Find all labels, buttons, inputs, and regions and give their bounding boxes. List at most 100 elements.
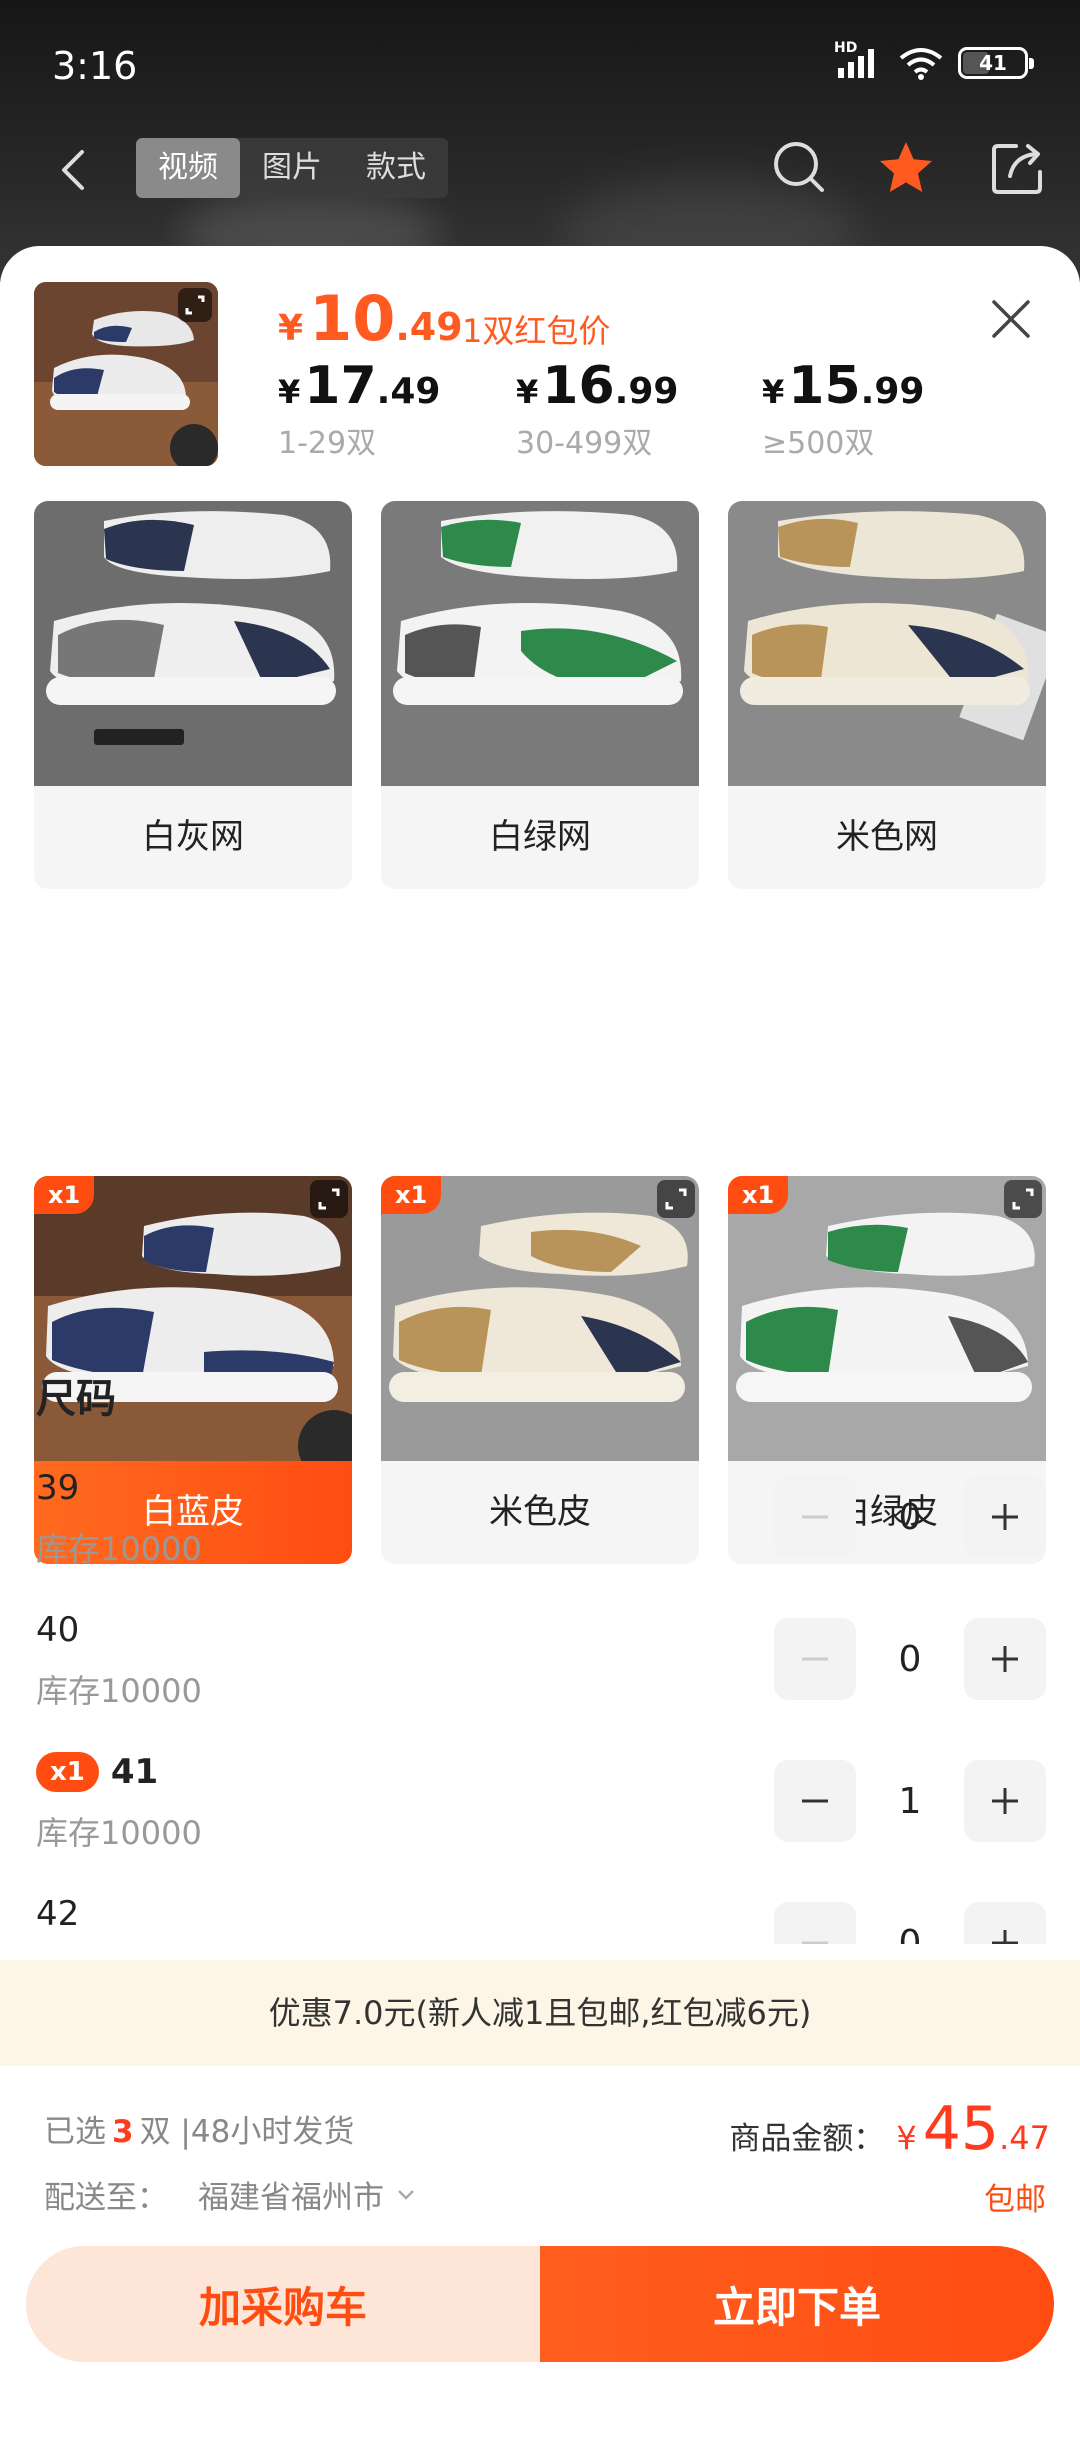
increment-button[interactable] — [964, 1618, 1046, 1700]
tier-price-int: 16 — [542, 356, 615, 416]
status-bar: 3:16 HD 41 — [0, 0, 1080, 130]
top-nav: 视频 图片 款式 — [0, 130, 1080, 230]
tier-currency: ¥ — [762, 373, 785, 411]
back-arrow-icon[interactable] — [44, 140, 104, 200]
price-header: ¥ 10 .49 1双红包价 ¥17.49 1-29双 ¥16.99 30-49… — [0, 246, 1080, 501]
price-tier: ¥15.99 ≥500双 — [762, 356, 924, 462]
tab-video[interactable]: 视频 — [136, 138, 240, 198]
favorite-star-icon[interactable] — [874, 136, 938, 200]
size-label: 41 — [110, 1752, 159, 1792]
tier-price-int: 17 — [304, 356, 377, 416]
decrement-button[interactable] — [774, 1902, 856, 1944]
tier-price-dec: .99 — [860, 371, 925, 412]
add-to-cart-button[interactable]: 加采购车 — [26, 2246, 540, 2362]
status-time: 3:16 — [52, 44, 138, 88]
selected-prefix: 已选 — [44, 2114, 106, 2150]
share-icon[interactable] — [986, 136, 1050, 200]
quantity-stepper: 0 — [774, 1476, 1046, 1558]
tier-currency: ¥ — [278, 373, 301, 411]
size-row: 40 库存10000 0 — [0, 1610, 1080, 1750]
free-shipping-label: 包邮 — [984, 2182, 1046, 2218]
quantity-badge: x1 — [728, 1176, 789, 1214]
size-value: 42 — [36, 1894, 79, 1934]
variant-card[interactable]: 白灰网 — [34, 501, 352, 889]
size-label: 42 — [36, 1894, 80, 1934]
expand-icon[interactable] — [1004, 1180, 1042, 1218]
expand-icon[interactable] — [178, 288, 212, 322]
quantity-value[interactable]: 0 — [856, 1639, 964, 1680]
variant-card[interactable]: 白绿网 — [381, 501, 699, 889]
hd-signal-icon: HD — [834, 40, 884, 80]
size-value: 40 — [36, 1610, 79, 1650]
search-icon[interactable] — [768, 136, 832, 200]
expand-icon[interactable] — [657, 1180, 695, 1218]
amount-label: 商品金额： — [729, 2121, 885, 2157]
price-tier: ¥16.99 30-499双 — [516, 356, 678, 462]
size-row: x1 41 库存10000 1 — [0, 1752, 1080, 1892]
main-price-int: 10 — [309, 282, 396, 355]
tier-price-dec: .99 — [614, 371, 679, 412]
selected-suffix: 双 |48小时发货 — [139, 2114, 355, 2150]
quantity-value[interactable]: 0 — [856, 1497, 964, 1538]
quantity-stepper: 1 — [774, 1760, 1046, 1842]
amount-currency: ¥ — [896, 2119, 917, 2157]
quantity-value[interactable]: 1 — [856, 1781, 964, 1822]
quantity-badge: x1 — [36, 1752, 99, 1792]
status-icons: HD 41 — [834, 40, 1034, 80]
size-row: 42 0 — [0, 1894, 1080, 1944]
product-thumbnail[interactable] — [34, 282, 218, 466]
tab-images[interactable]: 图片 — [240, 138, 344, 198]
tier-quantity: 1-29双 — [278, 426, 377, 461]
variant-card[interactable]: 米色网 — [728, 501, 1046, 889]
size-value: 39 — [36, 1468, 79, 1508]
media-tabs: 视频 图片 款式 — [136, 138, 448, 198]
quantity-badge: x1 — [34, 1176, 95, 1214]
decrement-button[interactable] — [774, 1618, 856, 1700]
tier-currency: ¥ — [516, 373, 539, 411]
quantity-stepper: 0 — [774, 1902, 1046, 1944]
currency-symbol: ¥ — [278, 308, 304, 349]
chevron-down-icon — [398, 2189, 414, 2200]
price-tier: ¥17.49 1-29双 — [278, 356, 440, 462]
ship-label: 配送至： — [44, 2180, 168, 2216]
size-label: 39 — [36, 1468, 80, 1508]
wifi-icon — [899, 48, 943, 80]
selected-count: 3 — [112, 2114, 134, 2150]
quantity-badge: x1 — [381, 1176, 442, 1214]
size-label: 40 — [36, 1610, 80, 1650]
decrement-button[interactable] — [774, 1476, 856, 1558]
battery-level: 41 — [979, 51, 1007, 75]
total-amount: 商品金额： ¥ 45 .47 — [729, 2094, 1050, 2164]
close-icon[interactable] — [986, 294, 1036, 344]
variant-label: 白灰网 — [142, 817, 244, 857]
shipping-address[interactable]: 配送至： 福建省福州市 — [44, 2172, 418, 2217]
buy-now-button[interactable]: 立即下单 — [540, 2246, 1054, 2362]
quantity-stepper: 0 — [774, 1618, 1046, 1700]
tier-quantity: 30-499双 — [516, 426, 653, 461]
stock-label: 库存10000 — [36, 1530, 202, 1568]
main-price-dec: .49 — [395, 305, 463, 349]
size-value: x1 41 — [36, 1752, 158, 1792]
quantity-value[interactable]: 0 — [856, 1923, 964, 1945]
stock-label: 库存10000 — [36, 1814, 202, 1852]
variant-label: 米色网 — [836, 817, 938, 857]
increment-button[interactable] — [964, 1902, 1046, 1944]
amount-dec: .47 — [999, 2119, 1050, 2157]
expand-icon[interactable] — [310, 1180, 348, 1218]
ship-location: 福建省福州市 — [198, 2180, 384, 2216]
increment-button[interactable] — [964, 1760, 1046, 1842]
main-price: ¥ 10 .49 — [278, 282, 463, 355]
tier-price-int: 15 — [788, 356, 861, 416]
increment-button[interactable] — [964, 1476, 1046, 1558]
action-buttons: 加采购车 立即下单 — [26, 2246, 1054, 2362]
checkout-bar: 已选 3 双 |48小时发货 商品金额： ¥ 45 .47 配送至： 福建省福州市 … — [0, 2066, 1080, 2460]
size-row: 39 库存10000 0 — [0, 1468, 1080, 1608]
price-label: 1双红包价 — [462, 312, 611, 350]
variant-label: 白绿网 — [489, 817, 591, 857]
amount-int: 45 — [922, 2094, 1000, 2164]
tab-styles[interactable]: 款式 — [344, 138, 448, 198]
stock-label: 库存10000 — [36, 1672, 202, 1710]
tier-price-dec: .49 — [376, 371, 441, 412]
promo-banner: 优惠7.0元(新人减1且包邮,红包减6元) — [0, 1960, 1080, 2066]
decrement-button[interactable] — [774, 1760, 856, 1842]
